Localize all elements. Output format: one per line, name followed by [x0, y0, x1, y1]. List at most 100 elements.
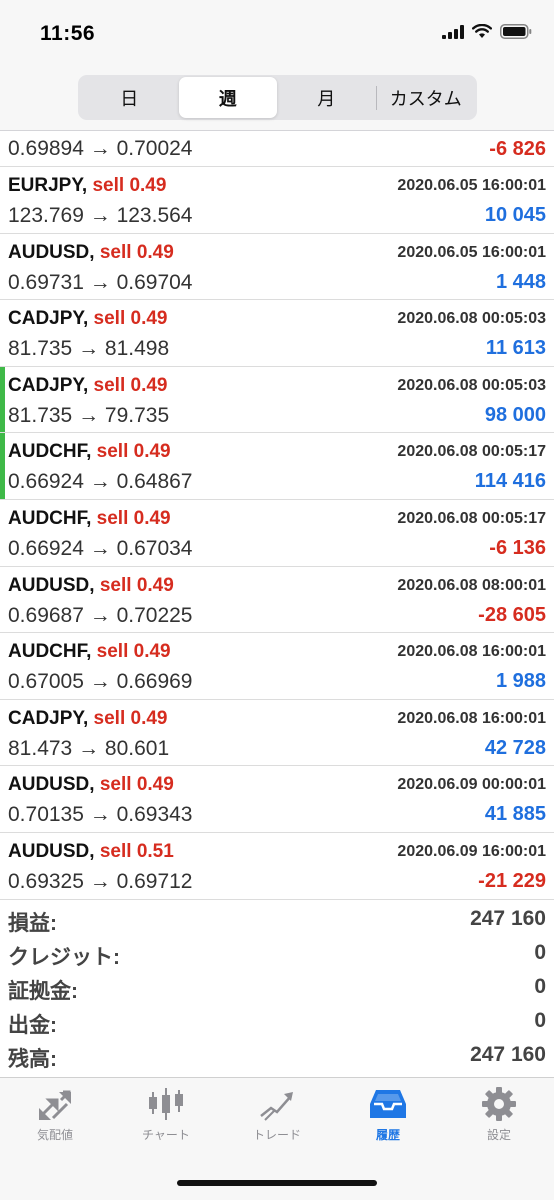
trade-prices: 0.69731 → 0.69704	[8, 270, 193, 294]
trade-symbol: CADJPY, sell 0.49	[8, 708, 167, 730]
summary-label: 証拠金:	[8, 980, 78, 1003]
trade-row[interactable]: CADJPY, sell 0.49 2020.06.08 00:05:03 81.7…	[0, 366, 554, 434]
side-volume: sell 0.49	[99, 774, 174, 796]
history-inbox-icon	[370, 1090, 406, 1118]
side-volume: sell 0.49	[96, 441, 171, 463]
summary-value: 0	[534, 941, 546, 964]
symbol-text: AUDCHF,	[8, 441, 92, 463]
side-volume: sell 0.49	[99, 574, 174, 596]
trade-date: 2020.06.05 16:00:01	[397, 243, 546, 261]
tab-trade[interactable]: トレード	[227, 1086, 327, 1146]
app-root: 11:56 日 週 月 カスタム 0.69894 → 0.70024 -6 82…	[0, 0, 554, 1200]
trade-row[interactable]: AUDUSD, sell 0.49 2020.06.05 16:00:01 0.69…	[0, 233, 554, 301]
trade-row[interactable]: EURJPY, sell 0.49 2020.06.05 16:00:01 123.…	[0, 167, 554, 234]
tab-quotes[interactable]: 気配値	[5, 1086, 105, 1146]
trade-profit: -28 605	[478, 603, 546, 626]
trade-profit: 41 885	[484, 803, 546, 826]
trade-row[interactable]: AUDUSD, sell 0.49 2020.06.09 00:00:01 0.70…	[0, 766, 554, 833]
trade-symbol: AUDCHF, sell 0.49	[8, 508, 171, 530]
home-indicator	[177, 1180, 377, 1186]
period-segmented-control: 日 週 月 カスタム	[78, 75, 477, 120]
summary-row: 出金: 0	[0, 1007, 554, 1041]
tab-settings-label: 設定	[486, 1128, 511, 1142]
side-volume: sell 0.49	[93, 707, 168, 729]
trade-profit: 10 045	[484, 204, 546, 226]
trade-symbol: AUDCHF, sell 0.49	[8, 641, 171, 663]
side-volume: sell 0.49	[92, 175, 167, 196]
trade-prices: 0.67005 → 0.66969	[8, 670, 193, 694]
status-bar: 11:56	[0, 0, 554, 70]
trade-row[interactable]: AUDUSD, sell 0.49 2020.06.08 08:00:01 0.69…	[0, 566, 554, 634]
gear-icon	[482, 1087, 516, 1121]
trade-date: 2020.06.09 16:00:01	[397, 842, 546, 860]
trade-line-icon	[260, 1092, 293, 1121]
summary-row: 証拠金: 0	[0, 973, 554, 1007]
segment-month[interactable]: 月	[277, 77, 376, 118]
trade-prices: 0.69894 → 0.70024	[8, 137, 193, 160]
trade-profit: 1 988	[495, 670, 546, 693]
summary-value: 247 160	[470, 907, 546, 930]
trade-row[interactable]: AUDCHF, sell 0.49 2020.06.08 00:05:17 0.66…	[0, 499, 554, 567]
trade-symbol: CADJPY, sell 0.49	[8, 308, 167, 330]
symbol-text: CADJPY,	[8, 707, 89, 729]
tab-chart-label: チャート	[142, 1128, 190, 1142]
summary-value: 0	[534, 1009, 546, 1032]
segment-week-label: 週	[218, 88, 237, 109]
trade-row[interactable]: AUDCHF, sell 0.49 2020.06.08 16:00:01 0.67…	[0, 633, 554, 700]
side-volume: sell 0.49	[96, 507, 171, 529]
summary-label: 損益:	[8, 912, 57, 935]
trade-symbol: AUDUSD, sell 0.49	[8, 242, 174, 264]
segment-custom-label: カスタム	[389, 88, 462, 109]
summary-row: 残高: 247 160	[0, 1041, 554, 1075]
trade-prices: 81.735 → 79.735	[8, 403, 170, 427]
trade-date: 2020.06.08 00:05:03	[397, 310, 546, 328]
trade-prices: 0.66924 → 0.64867	[8, 470, 193, 494]
trade-date: 2020.06.08 00:05:03	[397, 376, 546, 394]
trade-symbol: CADJPY, sell 0.49	[8, 375, 167, 397]
tab-trade-label: トレード	[252, 1128, 301, 1142]
trade-prices: 123.769 → 123.564	[8, 204, 193, 227]
trade-date: 2020.06.08 16:00:01	[397, 709, 546, 727]
symbol-text: AUDCHF,	[8, 507, 92, 529]
trade-profit: -6 826	[489, 138, 546, 160]
trade-row[interactable]: CADJPY, sell 0.49 2020.06.08 00:05:03 81.7…	[0, 300, 554, 367]
tab-chart[interactable]: チャート	[116, 1086, 216, 1146]
side-volume: sell 0.49	[99, 241, 174, 263]
tab-history[interactable]: 履歴	[338, 1086, 438, 1146]
summary-value: 247 160	[470, 1043, 546, 1066]
segment-custom[interactable]: カスタム	[377, 77, 476, 118]
trade-profit: 1 448	[495, 270, 546, 293]
summary-row: 損益: 247 160	[0, 905, 554, 939]
trade-row[interactable]: 0.69894 → 0.70024 -6 826	[0, 131, 554, 167]
candlestick-chart-icon	[149, 1088, 183, 1120]
tab-settings[interactable]: 設定	[449, 1086, 549, 1146]
trade-prices: 81.473 → 80.601	[8, 736, 170, 760]
symbol-text: AUDUSD,	[8, 840, 95, 862]
trade-row[interactable]: AUDUSD, sell 0.51 2020.06.09 16:00:01 0.69…	[0, 832, 554, 900]
top-area: 11:56 日 週 月 カスタム	[0, 0, 554, 131]
trade-prices: 0.69325 → 0.69712	[8, 869, 193, 893]
trade-symbol: AUDUSD, sell 0.49	[8, 575, 174, 597]
symbol-text: EURJPY,	[8, 175, 88, 196]
segment-week[interactable]: 週	[178, 77, 277, 118]
summary-row: クレジット: 0	[0, 939, 554, 973]
trade-prices: 0.66924 → 0.67034	[8, 536, 193, 560]
trade-history-list: 0.69894 → 0.70024 -6 826 EURJPY, sell 0.49…	[0, 131, 554, 900]
segment-day[interactable]: 日	[80, 77, 179, 118]
trade-profit: 114 416	[474, 470, 546, 493]
trade-profit: 42 728	[484, 736, 546, 759]
row-accent-bar	[0, 366, 5, 433]
side-volume: sell 0.49	[93, 308, 168, 330]
trade-date: 2020.06.08 08:00:01	[397, 576, 546, 594]
summary-label: 出金:	[8, 1014, 57, 1037]
wifi-icon	[472, 24, 492, 38]
tab-quotes-label: 気配値	[36, 1128, 73, 1142]
trade-symbol: AUDCHF, sell 0.49	[8, 441, 171, 463]
trade-prices: 0.69687 → 0.70225	[8, 603, 193, 627]
side-volume: sell 0.51	[99, 840, 174, 862]
symbol-text: CADJPY,	[8, 374, 89, 396]
trade-profit: -21 229	[478, 869, 546, 892]
trade-row[interactable]: CADJPY, sell 0.49 2020.06.08 16:00:01 81.4…	[0, 699, 554, 767]
trade-row[interactable]: AUDCHF, sell 0.49 2020.06.08 00:05:17 0.66…	[0, 433, 554, 500]
quotes-arrows-icon	[39, 1090, 71, 1120]
